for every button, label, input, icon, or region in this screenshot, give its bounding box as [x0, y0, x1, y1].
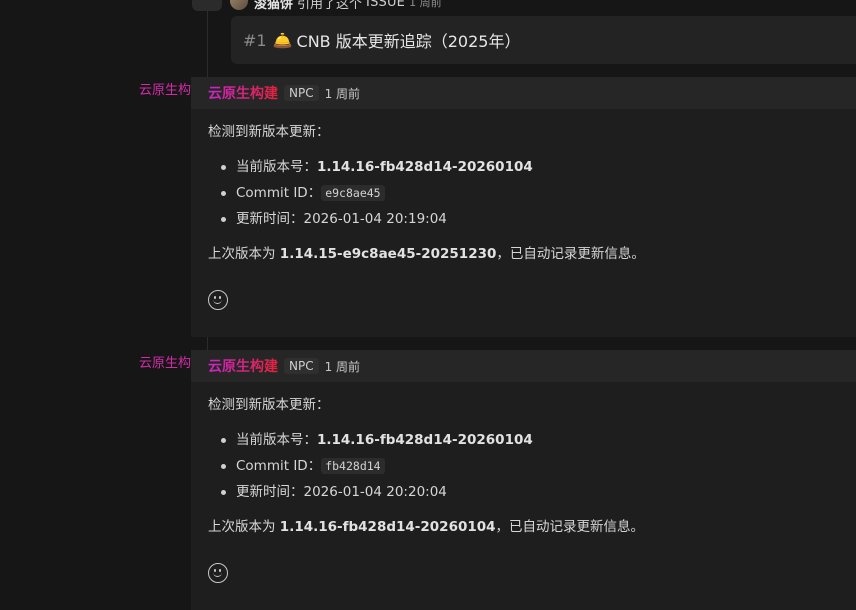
summary-prefix: 上次版本为	[208, 519, 280, 535]
comment-summary: 上次版本为 1.14.16-fb428d14-20260104，已自动记录更新信…	[208, 517, 854, 537]
referenced-issue-card[interactable]: #1 🛎️ CNB 版本更新追踪（2025年）	[231, 16, 856, 64]
summary-suffix: ，已自动记录更新信息。	[495, 519, 645, 535]
comment-summary: 上次版本为 1.14.15-e9c8ae45-20251230，已自动记录更新信…	[208, 244, 854, 264]
item-label: 当前版本号：	[236, 432, 317, 448]
commit-id-code: e9c8ae45	[321, 185, 385, 201]
list-item: 当前版本号：1.14.16-fb428d14-20260104	[221, 427, 854, 453]
list-item: 更新时间：2026-01-04 20:20:04	[221, 479, 854, 505]
comment-author-side-label[interactable]: 云原生构建	[139, 79, 191, 98]
author-name[interactable]: 云原生构建	[208, 83, 278, 103]
issue-number: #1	[243, 30, 267, 50]
commit-id-code: fb428d14	[321, 458, 385, 474]
update-time-value: 2026-01-04 20:19:04	[303, 211, 447, 227]
comment-body: 检测到新版本更新： 当前版本号：1.14.16-fb428d14-2026010…	[191, 109, 856, 310]
previous-version: 1.14.15-e9c8ae45-20251230	[279, 246, 497, 262]
version-value: 1.14.16-fb428d14-20260104	[317, 432, 533, 448]
issue-title: CNB 版本更新追踪（2025年）	[296, 32, 521, 51]
npc-badge: NPC	[284, 85, 319, 101]
reference-type: ISSUE	[366, 0, 406, 10]
comment-author-side-label[interactable]: 云原生构建	[139, 352, 191, 371]
comment-body: 检测到新版本更新： 当前版本号：1.14.16-fb428d14-2026010…	[191, 382, 856, 583]
info-list: 当前版本号：1.14.16-fb428d14-20260104 Commit I…	[208, 154, 854, 232]
reference-action: 引用了这个	[297, 0, 363, 12]
reference-time: 1 周前	[409, 0, 442, 9]
info-list: 当前版本号：1.14.16-fb428d14-20260104 Commit I…	[208, 427, 854, 505]
hash-icon: #	[192, 0, 222, 11]
add-reaction-icon[interactable]	[208, 290, 228, 310]
add-reaction-icon[interactable]	[208, 563, 228, 583]
summary-prefix: 上次版本为	[208, 246, 280, 262]
comment-header: 云原生构建 NPC 1 周前	[191, 350, 856, 382]
author-name[interactable]: 云原生构建	[208, 356, 278, 376]
item-label: 当前版本号：	[236, 159, 317, 175]
reference-event: # 浚猫饼 引用了这个 ISSUE 1 周前	[192, 0, 442, 12]
item-label: Commit ID：	[236, 185, 322, 201]
item-label: 更新时间：	[236, 484, 304, 500]
version-value: 1.14.16-fb428d14-20260104	[317, 159, 533, 175]
list-item: Commit ID： fb428d14	[221, 453, 854, 479]
comment-intro: 检测到新版本更新：	[208, 124, 330, 140]
list-item: 当前版本号：1.14.16-fb428d14-20260104	[221, 154, 854, 180]
comment: 云原生构建 NPC 1 周前 检测到新版本更新： 当前版本号：1.14.16-f…	[191, 350, 856, 610]
list-item: 更新时间：2026-01-04 20:19:04	[221, 206, 854, 232]
bell-icon: 🛎️	[272, 30, 293, 50]
npc-badge: NPC	[284, 358, 319, 374]
comment-intro: 检测到新版本更新：	[208, 397, 330, 413]
summary-suffix: ，已自动记录更新信息。	[496, 246, 645, 262]
item-label: 更新时间：	[236, 211, 304, 227]
reference-user[interactable]: 浚猫饼	[254, 0, 293, 12]
comment-time[interactable]: 1 周前	[325, 358, 360, 375]
comment: 云原生构建 NPC 1 周前 检测到新版本更新： 当前版本号：1.14.16-f…	[191, 77, 856, 337]
update-time-value: 2026-01-04 20:20:04	[303, 484, 447, 500]
comment-time[interactable]: 1 周前	[325, 85, 360, 102]
comment-header: 云原生构建 NPC 1 周前	[191, 77, 856, 109]
previous-version: 1.14.16-fb428d14-20260104	[279, 519, 496, 535]
item-label: Commit ID：	[236, 458, 322, 474]
avatar[interactable]	[230, 0, 248, 10]
list-item: Commit ID： e9c8ae45	[221, 180, 854, 206]
